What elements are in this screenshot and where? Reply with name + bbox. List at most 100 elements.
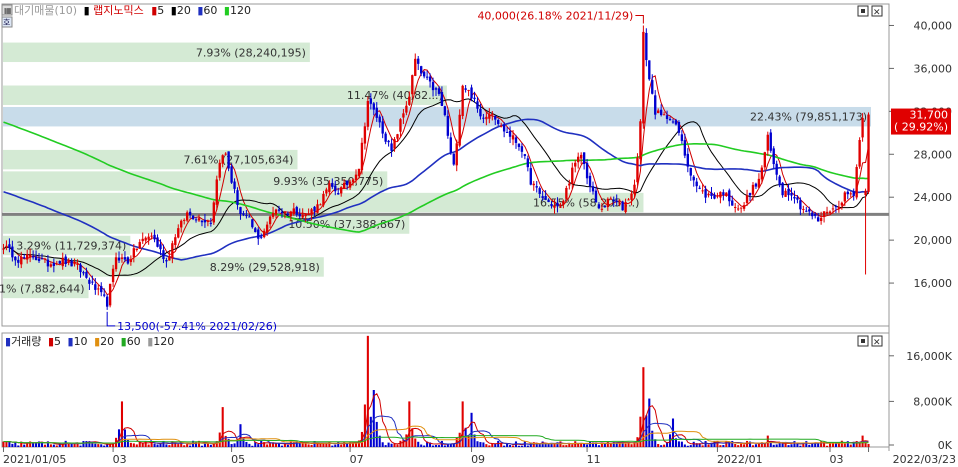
- candle-body: [108, 283, 112, 306]
- candle-body: [508, 130, 512, 137]
- candle-body: [491, 113, 494, 115]
- candle-body: [375, 107, 378, 118]
- candle-body: [245, 215, 248, 217]
- candle-body: [31, 256, 35, 258]
- candle-body: [61, 257, 64, 267]
- volume-bar: [387, 442, 390, 447]
- candle-body: [2, 248, 5, 250]
- volume-bar: [683, 444, 686, 447]
- candle-body: [659, 109, 663, 116]
- volume-bar: [571, 444, 574, 447]
- candle-body: [796, 197, 799, 200]
- candle-body: [665, 115, 669, 119]
- candle-body: [150, 235, 153, 237]
- candle-body: [105, 296, 109, 307]
- volume-bar: [796, 443, 799, 447]
- candle-body: [185, 212, 189, 221]
- candle-body: [183, 219, 186, 221]
- candle-body: [64, 256, 67, 265]
- candle-body: [221, 155, 224, 164]
- candle-body: [437, 88, 441, 94]
- volume-bar: [737, 445, 740, 447]
- candle-body: [710, 192, 713, 196]
- volume-bar: [233, 443, 236, 447]
- volume-legend-ma-120: 120: [153, 335, 174, 348]
- candle-body: [25, 254, 29, 260]
- candle-body: [88, 279, 91, 284]
- candle-body: [230, 166, 233, 183]
- volume-bar: [70, 443, 73, 447]
- candle-body: [494, 115, 497, 120]
- candle-body: [174, 237, 177, 246]
- volume-bar: [677, 441, 680, 447]
- candle-body: [431, 82, 435, 91]
- volume-bar: [129, 442, 132, 447]
- candle-body: [17, 259, 20, 263]
- legend-ma-60: 60: [203, 4, 217, 17]
- candle-body: [541, 196, 544, 199]
- volume-bar: [503, 445, 506, 447]
- candle-body: [236, 190, 239, 206]
- candle-body: [414, 58, 417, 76]
- volume-bar: [384, 445, 387, 447]
- candle-body: [342, 182, 346, 189]
- volume-bar: [411, 428, 414, 447]
- candle-body: [577, 156, 580, 163]
- candle-body: [274, 209, 278, 215]
- candle-body: [141, 238, 144, 242]
- volume-bar: [123, 429, 126, 447]
- volume-bar: [260, 441, 263, 447]
- candle-body: [405, 105, 408, 113]
- candle-body: [408, 96, 411, 105]
- candle-body: [716, 195, 719, 197]
- candle-body: [271, 212, 275, 217]
- volume-bar: [165, 444, 168, 447]
- candle-body: [162, 250, 165, 260]
- volume-bar: [177, 444, 180, 447]
- candle-body: [144, 237, 147, 241]
- volume-profile-label: 2.21% (7,882,644): [0, 282, 85, 295]
- volume-bar: [251, 445, 254, 447]
- candle-body: [443, 106, 447, 116]
- candle-body: [14, 256, 17, 261]
- close-icon: ✕: [873, 8, 881, 18]
- y-tick-label: 36,000: [914, 62, 953, 75]
- volume-tick-label: 16,000K: [906, 350, 952, 363]
- candle-body: [736, 208, 740, 210]
- candle-body: [662, 114, 666, 116]
- candle-body: [766, 134, 769, 151]
- volume-bar: [437, 445, 440, 447]
- candle-body: [612, 199, 615, 202]
- legend-compare: 대기매물(10): [14, 4, 77, 17]
- volume-bar: [583, 443, 586, 447]
- candle-body: [719, 191, 722, 198]
- candle-body: [357, 168, 361, 176]
- y-tick-label: 24,000: [914, 191, 953, 204]
- candle-body: [280, 211, 284, 214]
- candle-body: [304, 214, 307, 217]
- candle-body: [861, 118, 864, 138]
- volume-bar: [754, 444, 757, 447]
- candle-body: [642, 31, 645, 124]
- candle-body: [79, 264, 82, 273]
- volume-legend-ma-5: 5: [54, 335, 61, 348]
- candle-body: [562, 200, 565, 205]
- candle-body: [485, 116, 488, 120]
- candle-body: [260, 236, 263, 238]
- candle-body: [514, 137, 518, 143]
- candle-body: [748, 192, 752, 196]
- volume-bar: [109, 444, 112, 447]
- volume-bar: [230, 444, 233, 447]
- volume-bar: [660, 445, 663, 447]
- candle-body: [351, 179, 355, 183]
- volume-bar: [189, 445, 192, 447]
- volume-bar: [547, 443, 550, 447]
- candle-body: [840, 202, 844, 206]
- candle-body: [725, 192, 728, 197]
- volume-bar: [274, 443, 278, 447]
- candle-body: [265, 224, 269, 233]
- volume-profile-label: 11.47% (40,82...): [347, 89, 443, 102]
- volume-bar: [390, 443, 393, 447]
- candle-body: [126, 257, 130, 264]
- volume-bar: [482, 442, 485, 447]
